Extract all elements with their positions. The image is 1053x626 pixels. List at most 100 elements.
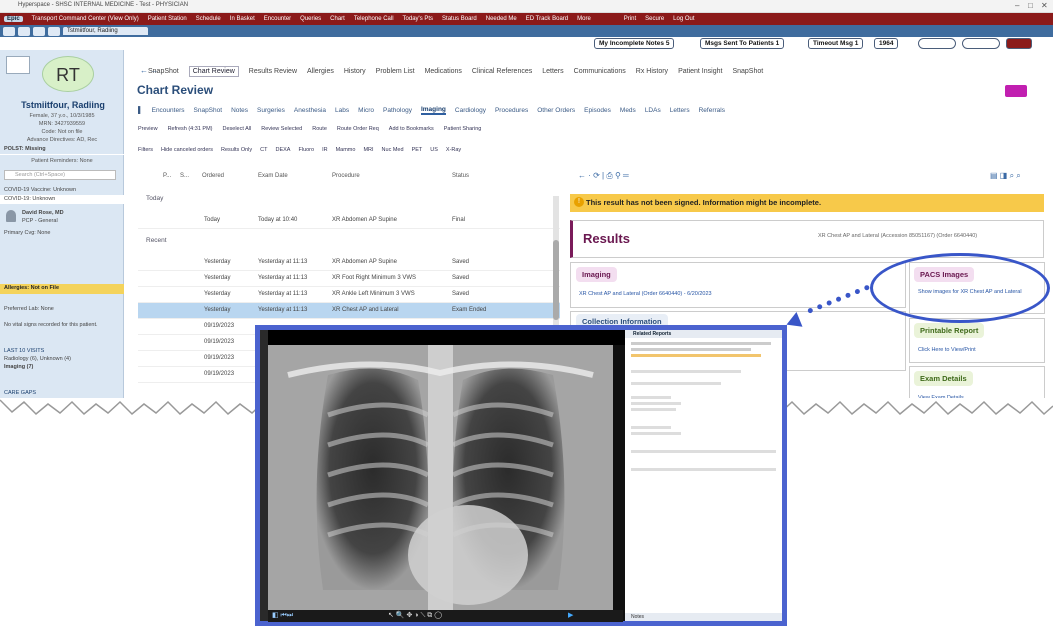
- column-header[interactable]: Procedure: [332, 173, 360, 179]
- incomplete-notes-button[interactable]: My Incomplete Notes 5: [594, 38, 675, 49]
- status-button-2[interactable]: [962, 38, 1000, 49]
- report-toolbar-icons[interactable]: ← · ⟳ | ⎙ ⚲ ═: [578, 171, 629, 181]
- filter-results-only[interactable]: Results Only: [221, 147, 252, 153]
- toolbar-item[interactable]: ED Track Board: [526, 16, 568, 22]
- filter-us[interactable]: US: [430, 147, 438, 153]
- subtab-procedures[interactable]: Procedures: [495, 107, 528, 114]
- tab-clinical-references[interactable]: Clinical References: [472, 68, 532, 75]
- preview-button[interactable]: Preview: [138, 126, 158, 132]
- table-row[interactable]: Yesterday Yesterday at 11:13 XR Ankle Le…: [138, 287, 560, 303]
- patient-code-status[interactable]: Code: Not on file: [4, 129, 120, 135]
- list-icon[interactable]: [48, 26, 60, 36]
- filter-mammo[interactable]: Mammo: [336, 147, 356, 153]
- filter-ir[interactable]: IR: [322, 147, 328, 153]
- column-header[interactable]: Status: [452, 173, 469, 179]
- tab-patient-insight[interactable]: Patient Insight: [678, 68, 722, 75]
- schedule-icon[interactable]: [18, 26, 30, 36]
- tab-allergies[interactable]: Allergies: [307, 68, 334, 75]
- filter-ct[interactable]: CT: [260, 147, 267, 153]
- tab-history[interactable]: History: [344, 68, 366, 75]
- deselect-all-button[interactable]: Deselect All: [223, 126, 252, 132]
- subtab-episodes[interactable]: Episodes: [584, 107, 611, 114]
- print-button[interactable]: Print: [624, 16, 636, 22]
- secure-button[interactable]: Secure: [645, 16, 664, 22]
- chest-xray-image[interactable]: [268, 345, 613, 610]
- tab-snapshot[interactable]: SnapShot: [148, 68, 179, 75]
- viewer-nav-icons[interactable]: ◧ ⏮⏭: [272, 611, 293, 620]
- logout-button[interactable]: Log Out: [673, 16, 694, 22]
- view-print-link[interactable]: Click Here to View/Print: [918, 347, 976, 353]
- patient-workspace-tab[interactable]: Tstmiitfour, Radiing: [63, 27, 148, 35]
- tab-communications[interactable]: Communications: [574, 68, 626, 75]
- msgs-sent-button[interactable]: Msgs Sent To Patients 1: [700, 38, 785, 49]
- advance-directives[interactable]: Advance Directives: AD, Rec: [4, 137, 120, 143]
- tab-problem-list[interactable]: Problem List: [376, 68, 415, 75]
- subtab-notes[interactable]: Notes: [231, 107, 248, 114]
- review-selected-button[interactable]: Review Selected: [261, 126, 302, 132]
- subtab-letters[interactable]: Letters: [670, 107, 690, 114]
- toolbar-item[interactable]: Telephone Call: [354, 16, 394, 22]
- home-icon[interactable]: [3, 26, 15, 36]
- bookmark-icon[interactable]: ▌: [138, 107, 143, 114]
- allergies-text[interactable]: Allergies: Not on File: [4, 285, 59, 291]
- preferred-lab[interactable]: Preferred Lab: None: [4, 306, 54, 312]
- tab-medications[interactable]: Medications: [425, 68, 462, 75]
- add-bookmarks-button[interactable]: Add to Bookmarks: [389, 126, 434, 132]
- toolbar-item[interactable]: Needed Me: [486, 16, 517, 22]
- imaging-visits[interactable]: Imaging (7): [4, 364, 33, 370]
- filters-button[interactable]: Filters: [138, 147, 153, 153]
- toolbar-item[interactable]: More: [577, 16, 591, 22]
- mail-count-button[interactable]: 1964: [874, 38, 899, 49]
- subtab-anesthesia[interactable]: Anesthesia: [294, 107, 326, 114]
- toolbar-item[interactable]: Status Board: [442, 16, 477, 22]
- table-row-selected[interactable]: Yesterday Yesterday at 11:13 XR Chest AP…: [138, 303, 560, 319]
- subtab-pathology[interactable]: Pathology: [383, 107, 412, 114]
- patient-name[interactable]: Tstmiitfour, Radiing: [4, 100, 122, 110]
- table-row[interactable]: Today Today at 10:40 XR Abdomen AP Supin…: [138, 213, 560, 229]
- column-header[interactable]: Exam Date: [258, 173, 288, 179]
- primary-coverage[interactable]: Primary Cvg: None: [4, 230, 50, 236]
- filter-xray[interactable]: X-Ray: [446, 147, 461, 153]
- route-order-req-button[interactable]: Route Order Req: [337, 126, 379, 132]
- covid-status[interactable]: COVID-19: Unknown: [4, 196, 55, 202]
- subtab-imaging[interactable]: Imaging: [420, 106, 446, 115]
- patient-sharing-button[interactable]: Patient Sharing: [444, 126, 482, 132]
- maximize-icon[interactable]: □: [1028, 1, 1033, 10]
- filter-fluoro[interactable]: Fluoro: [298, 147, 314, 153]
- subtab-encounters[interactable]: Encounters: [152, 107, 185, 114]
- tab-letters[interactable]: Letters: [542, 68, 563, 75]
- toolbar-item[interactable]: Schedule: [196, 16, 221, 22]
- patient-reminders[interactable]: Patient Reminders: None: [4, 158, 120, 164]
- column-header[interactable]: P...: [163, 173, 171, 179]
- subtab-referrals[interactable]: Referrals: [699, 107, 725, 114]
- filter-dexa[interactable]: DEXA: [276, 147, 291, 153]
- toolbar-item[interactable]: Patient Station: [148, 16, 187, 22]
- table-row[interactable]: Yesterday Yesterday at 11:13 XR Abdomen …: [138, 255, 560, 271]
- radiology-visits[interactable]: Radiology (6), Unknown (4): [4, 356, 71, 362]
- subtab-micro[interactable]: Micro: [358, 107, 374, 114]
- toolbar-item[interactable]: In Basket: [230, 16, 255, 22]
- tab-results-review[interactable]: Results Review: [249, 68, 297, 75]
- inbox-icon[interactable]: [33, 26, 45, 36]
- subtab-cardiology[interactable]: Cardiology: [455, 107, 486, 114]
- toolbar-item[interactable]: Today's Pts: [403, 16, 434, 22]
- column-header[interactable]: S...: [180, 173, 189, 179]
- timeout-msg-button[interactable]: Timeout Msg 1: [808, 38, 864, 49]
- subtab-labs[interactable]: Labs: [335, 107, 349, 114]
- viewer-play-icon[interactable]: ▶: [568, 611, 573, 619]
- epic-logo[interactable]: Epic: [4, 16, 23, 22]
- viewer-tool-icons[interactable]: ↖ 🔍 ✥ ◑ ⟍ ⧉ ◯: [388, 611, 442, 620]
- group-header[interactable]: Today: [146, 195, 163, 202]
- toolbar-item[interactable]: Queries: [300, 16, 321, 22]
- tab-chart-review[interactable]: Chart Review: [188, 65, 239, 77]
- toolbar-item[interactable]: Encounter: [264, 16, 291, 22]
- toolbar-item[interactable]: Transport Command Center (View Only): [32, 16, 139, 22]
- sidebar-search-input[interactable]: Search (Ctrl+Space): [4, 170, 116, 180]
- panel-layout-icons[interactable]: ▤ ◨ ⌕ ⌕: [990, 171, 1021, 181]
- toolbar-item[interactable]: Chart: [330, 16, 345, 22]
- secure-chat-icon[interactable]: [1005, 85, 1027, 97]
- pcp-name[interactable]: David Rose, MD: [22, 210, 64, 216]
- covid-vaccine-status[interactable]: COVID-19 Vaccine: Unknown: [4, 187, 76, 193]
- filter-pet[interactable]: PET: [412, 147, 423, 153]
- scrollbar-thumb[interactable]: [553, 240, 559, 320]
